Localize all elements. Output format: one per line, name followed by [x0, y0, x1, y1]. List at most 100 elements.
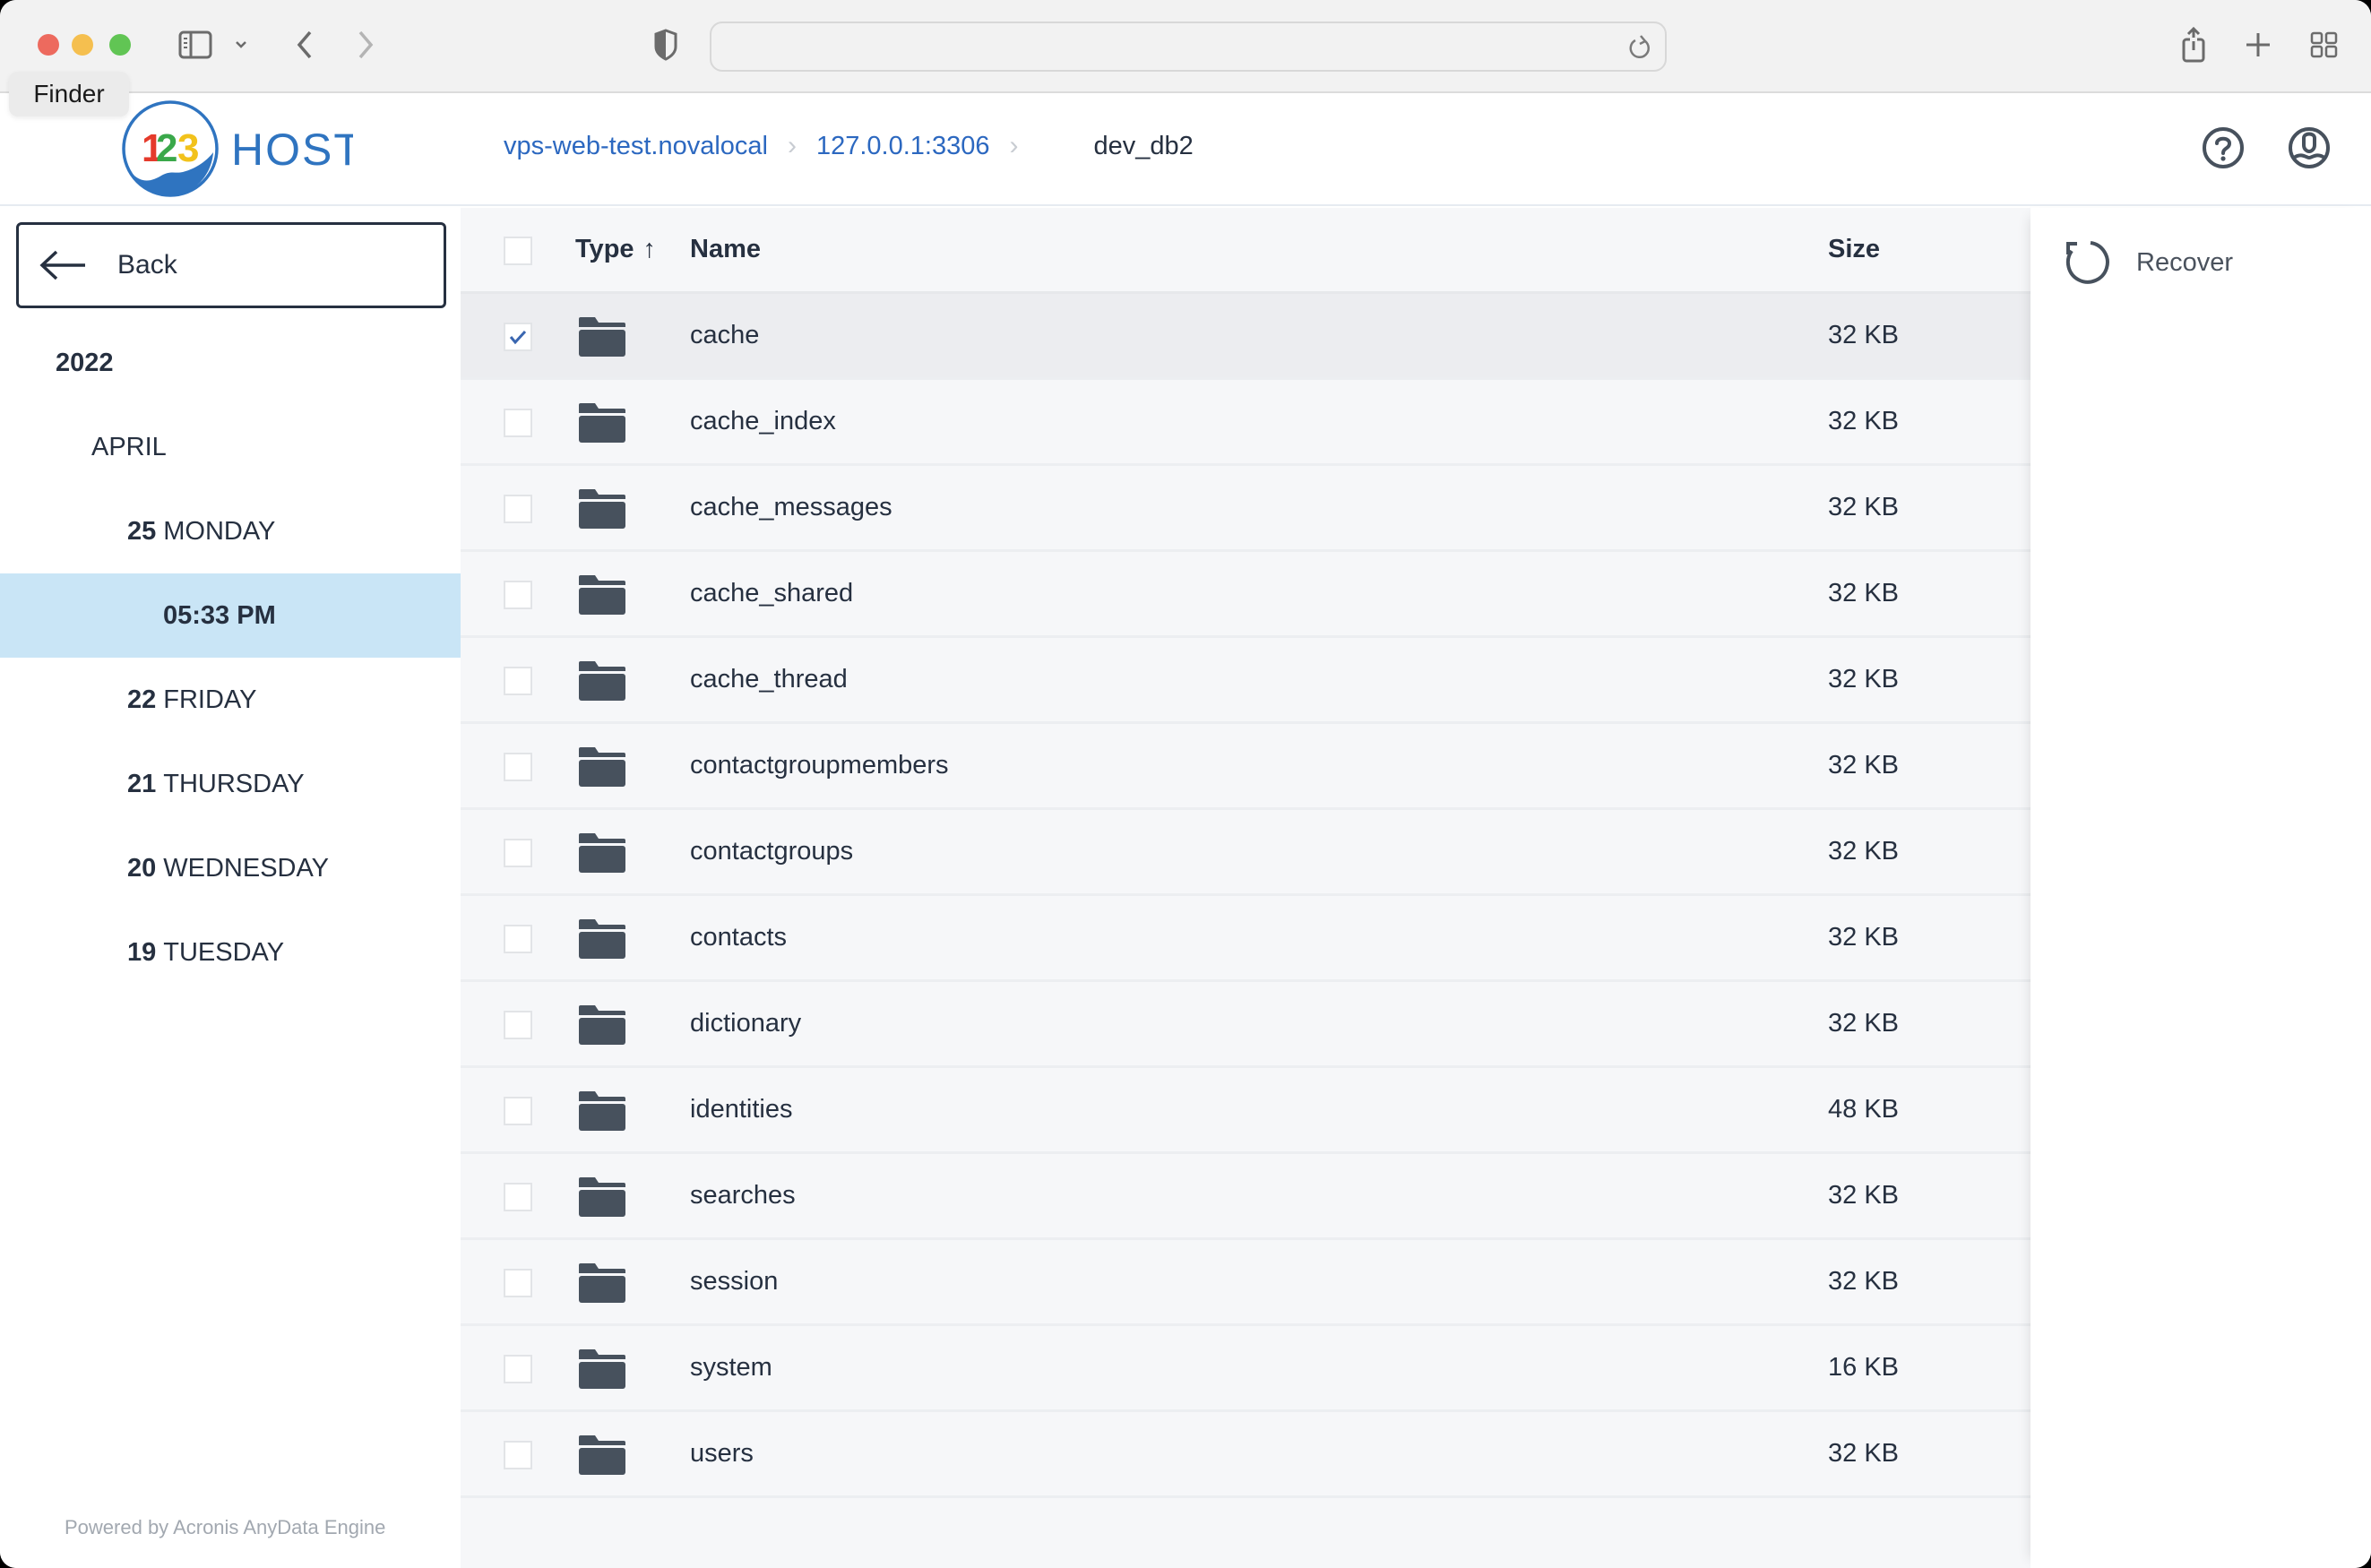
help-icon[interactable]	[2201, 125, 2246, 170]
day-name: WEDNESDAY	[163, 853, 330, 883]
breadcrumb-host[interactable]: vps-web-test.novalocal	[504, 132, 768, 161]
table-row[interactable]: cache_index 32 KB	[461, 380, 2030, 466]
row-checkbox[interactable]	[504, 753, 532, 781]
table-row[interactable]: cache_shared 32 KB	[461, 552, 2030, 638]
type-header-label: Type	[575, 235, 634, 263]
folder-icon	[577, 1434, 625, 1477]
address-bar[interactable]	[710, 22, 1667, 72]
reload-icon[interactable]	[1627, 34, 1652, 65]
day-name: MONDAY	[163, 516, 276, 546]
actions-panel: Recover	[2030, 208, 2371, 1568]
folder-icon	[577, 573, 625, 616]
row-checkbox[interactable]	[504, 839, 532, 867]
recover-icon	[2065, 241, 2109, 284]
folder-icon	[577, 487, 625, 530]
close-window-button[interactable]	[38, 34, 59, 56]
row-name: identities	[690, 1095, 793, 1124]
share-icon[interactable]	[2177, 25, 2210, 65]
column-header-name[interactable]: Name	[690, 208, 761, 291]
row-name: cache_index	[690, 407, 836, 435]
file-table: Type ↑ Name Size cache 32 KB cache_index 32…	[461, 208, 2030, 1568]
table-row[interactable]: system 16 KB	[461, 1326, 2030, 1412]
folder-icon	[577, 315, 625, 358]
table-row[interactable]: users 32 KB	[461, 1412, 2030, 1498]
row-checkbox[interactable]	[504, 1269, 532, 1297]
row-name: cache_thread	[690, 665, 848, 694]
brand-logo[interactable]: 1 2 3 HOST	[120, 97, 361, 204]
account-icon[interactable]	[2287, 125, 2332, 170]
table-row[interactable]: cache 32 KB	[461, 294, 2030, 380]
row-checkbox[interactable]	[504, 323, 532, 351]
tree-item-day[interactable]: 19 TUESDAY	[0, 910, 461, 995]
day-number: 25	[127, 516, 157, 546]
folder-icon	[577, 401, 625, 444]
minimize-window-button[interactable]	[72, 34, 93, 56]
tree-item-month[interactable]: APRIL	[0, 405, 461, 489]
shield-icon[interactable]	[651, 25, 681, 65]
forward-arrow-icon[interactable]	[349, 25, 382, 65]
row-checkbox[interactable]	[504, 925, 532, 953]
row-checkbox[interactable]	[504, 1441, 532, 1469]
row-size: 48 KB	[1828, 1095, 1899, 1124]
tree-item-day[interactable]: 22 FRIDAY	[0, 658, 461, 742]
tree-item-time-selected[interactable]: 05:33 PM	[0, 573, 461, 658]
row-checkbox[interactable]	[504, 667, 532, 695]
tree-item-year[interactable]: 2022	[0, 321, 461, 405]
table-row[interactable]: contactgroupmembers 32 KB	[461, 724, 2030, 810]
sidebar-toggle-icon[interactable]	[176, 25, 215, 65]
table-row[interactable]: cache_messages 32 KB	[461, 466, 2030, 552]
day-number: 19	[127, 937, 157, 967]
table-row[interactable]: cache_thread 32 KB	[461, 638, 2030, 724]
back-label: Back	[117, 250, 177, 280]
row-size: 32 KB	[1828, 321, 1899, 349]
row-checkbox[interactable]	[504, 495, 532, 523]
table-row[interactable]: searches 32 KB	[461, 1154, 2030, 1240]
row-size: 32 KB	[1828, 1181, 1899, 1210]
day-number: 20	[127, 853, 157, 883]
column-header-type[interactable]: Type ↑	[575, 208, 656, 291]
row-checkbox[interactable]	[504, 1183, 532, 1211]
table-row[interactable]: dictionary 32 KB	[461, 982, 2030, 1068]
day-name: FRIDAY	[163, 685, 257, 714]
row-checkbox[interactable]	[504, 409, 532, 437]
browser-toolbar	[0, 0, 2371, 93]
row-size: 32 KB	[1828, 1009, 1899, 1038]
breadcrumb-chevron-icon: ›	[1009, 131, 1019, 160]
zoom-window-button[interactable]	[109, 34, 131, 56]
table-row[interactable]: session 32 KB	[461, 1240, 2030, 1326]
new-tab-plus-icon[interactable]	[2242, 25, 2274, 65]
back-button[interactable]: Back	[16, 222, 446, 308]
row-checkbox[interactable]	[504, 1355, 532, 1383]
select-all-checkbox[interactable]	[504, 237, 532, 265]
row-size: 32 KB	[1828, 407, 1899, 435]
day-name: TUESDAY	[163, 937, 285, 967]
recover-label: Recover	[2136, 247, 2233, 277]
tab-overview-icon[interactable]	[2306, 25, 2342, 65]
back-arrow-icon[interactable]	[289, 25, 321, 65]
row-name: searches	[690, 1181, 796, 1210]
row-checkbox[interactable]	[504, 1011, 532, 1039]
row-size: 32 KB	[1828, 751, 1899, 780]
row-size: 32 KB	[1828, 493, 1899, 521]
breadcrumb-chevron-icon: ›	[787, 131, 797, 160]
table-row[interactable]: identities 48 KB	[461, 1068, 2030, 1154]
tree-item-day[interactable]: 25 MONDAY	[0, 489, 461, 573]
table-row[interactable]: contactgroups 32 KB	[461, 810, 2030, 896]
breadcrumb-database: dev_db2	[1093, 131, 1194, 160]
row-name: users	[690, 1439, 754, 1468]
breadcrumb-instance[interactable]: 127.0.0.1:3306	[816, 132, 990, 161]
breadcrumb: vps-web-test.novalocal › 127.0.0.1:3306 …	[504, 131, 1194, 161]
row-checkbox[interactable]	[504, 581, 532, 609]
table-row[interactable]: contacts 32 KB	[461, 896, 2030, 982]
tree-item-day[interactable]: 21 THURSDAY	[0, 742, 461, 826]
chevron-down-icon[interactable]	[229, 25, 253, 65]
day-number: 22	[127, 685, 157, 714]
row-checkbox[interactable]	[504, 1097, 532, 1125]
logo-digit-2: 2	[156, 126, 177, 170]
folder-icon	[577, 1090, 625, 1133]
row-size: 32 KB	[1828, 837, 1899, 866]
recover-button[interactable]: Recover	[2063, 238, 2233, 287]
column-header-size[interactable]: Size	[1828, 208, 1880, 291]
tree-item-day[interactable]: 20 WEDNESDAY	[0, 826, 461, 910]
day-number: 21	[127, 769, 157, 798]
